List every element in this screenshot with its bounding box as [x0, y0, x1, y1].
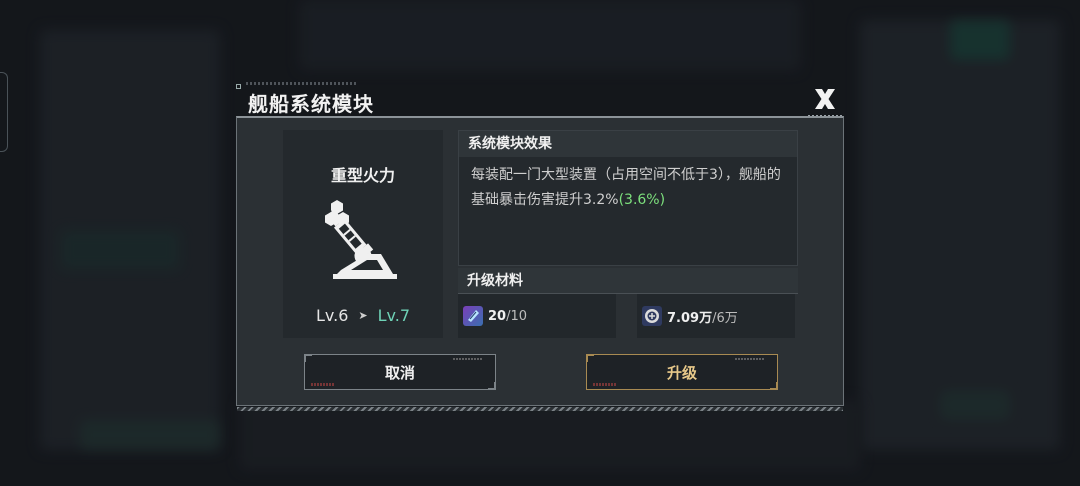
- effect-header: 系统模块效果: [459, 131, 797, 157]
- title-decoration: [236, 84, 241, 89]
- credit-coin-icon: [642, 306, 662, 326]
- close-x-icon: [815, 89, 835, 109]
- module-card: 重型火力 Lv.6 ➤ Lv.7: [283, 130, 443, 338]
- level-progress: Lv.6 ➤ Lv.7: [283, 306, 443, 325]
- module-effect-panel: 系统模块效果 每装配一门大型装置（占用空间不低于3），舰船的基础暴击伤害提升3.…: [458, 130, 798, 266]
- modal-title: 舰船系统模块: [248, 92, 374, 116]
- material-have: 20: [488, 308, 507, 324]
- upgrade-button[interactable]: 升级: [586, 354, 778, 390]
- heavy-artillery-icon: [325, 200, 397, 279]
- close-button[interactable]: [808, 84, 842, 118]
- cancel-button-label: 取消: [384, 363, 415, 382]
- material-have: 7.09万: [667, 310, 713, 326]
- effect-bonus: (3.6%): [618, 192, 666, 208]
- side-panel-handle[interactable]: [0, 72, 8, 152]
- effect-description: 每装配一门大型装置（占用空间不低于3），舰船的基础暴击伤害提升3.2%(3.6%…: [459, 157, 797, 213]
- material-item-chip[interactable]: 20/10: [458, 294, 616, 338]
- module-chip-icon: [463, 306, 483, 326]
- material-need: /10: [506, 308, 528, 324]
- title-subtext-decoration: [246, 82, 356, 85]
- module-name: 重型火力: [330, 166, 395, 185]
- materials-header: 升级材料: [458, 268, 798, 294]
- system-module-dialog: 重型火力 Lv.6 ➤ Lv.7 系统模块效果 每装配一门大型装置（占用空间不低…: [236, 116, 844, 411]
- upgrade-button-label: 升级: [666, 363, 697, 382]
- material-item-credits[interactable]: 7.09万/6万: [637, 294, 795, 338]
- next-level: Lv.7: [377, 306, 411, 325]
- current-level: Lv.6: [315, 306, 349, 325]
- material-need: /6万: [712, 310, 738, 326]
- arrow-right-icon: ➤: [358, 309, 368, 322]
- cancel-button[interactable]: 取消: [304, 354, 496, 390]
